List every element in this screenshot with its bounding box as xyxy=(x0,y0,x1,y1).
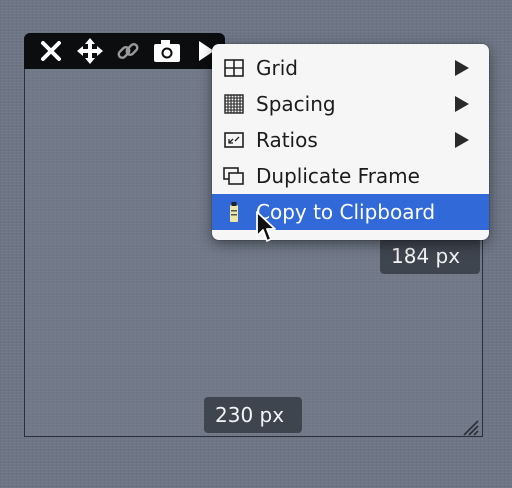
duplicate-frame-icon xyxy=(222,164,246,188)
grid-icon xyxy=(222,56,246,80)
menu-item-label: Copy to Clipboard xyxy=(256,200,436,224)
ratios-icon xyxy=(222,128,246,152)
link-icon xyxy=(118,43,139,59)
submenu-arrow-icon xyxy=(455,96,469,112)
height-badge: 184 px xyxy=(380,238,480,274)
menu-item-label: Duplicate Frame xyxy=(256,164,420,188)
screenshot-button[interactable] xyxy=(148,36,187,66)
link-button[interactable] xyxy=(109,36,148,66)
menu-item-label: Grid xyxy=(256,56,298,80)
menu-item-grid[interactable]: Grid xyxy=(212,50,489,86)
close-button[interactable] xyxy=(32,36,71,66)
menu-item-copy-to-clipboard[interactable]: Copy to Clipboard xyxy=(212,194,489,230)
menu-item-spacing[interactable]: Spacing xyxy=(212,86,489,122)
menu-item-duplicate-frame[interactable]: Duplicate Frame xyxy=(212,158,489,194)
submenu-arrow-icon xyxy=(455,132,469,148)
menu-item-label: Ratios xyxy=(256,128,318,152)
menu-item-label: Spacing xyxy=(256,92,336,116)
context-menu: Grid Spacing Ratios Duplicate Frame Copy… xyxy=(212,44,489,240)
mouse-pointer-icon xyxy=(256,211,276,242)
frame-toolbar xyxy=(24,33,225,69)
menu-item-ratios[interactable]: Ratios xyxy=(212,122,489,158)
submenu-arrow-icon xyxy=(455,60,469,76)
close-icon xyxy=(41,41,62,61)
width-badge: 230 px xyxy=(204,397,302,433)
clipboard-icon xyxy=(222,200,246,224)
spacing-icon xyxy=(222,92,246,116)
move-icon xyxy=(76,38,103,64)
camera-icon xyxy=(154,40,181,62)
move-button[interactable] xyxy=(71,36,110,66)
resize-handle-icon[interactable] xyxy=(458,415,480,437)
